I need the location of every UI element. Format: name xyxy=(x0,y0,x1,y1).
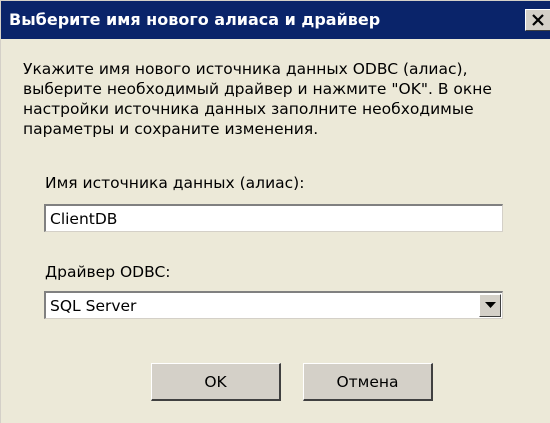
ok-button[interactable]: OK xyxy=(151,363,281,401)
driver-select[interactable]: SQL Server xyxy=(44,291,503,319)
close-button[interactable] xyxy=(525,9,550,31)
close-icon xyxy=(532,14,544,26)
chevron-down-icon xyxy=(485,302,496,308)
instructions-text: Укажите имя нового источника данных ODBC… xyxy=(23,60,492,138)
driver-dropdown-button[interactable] xyxy=(479,294,501,317)
driver-label: Драйвер ODBC: xyxy=(45,263,171,281)
cancel-button[interactable]: Отмена xyxy=(303,363,433,401)
driver-selected-value: SQL Server xyxy=(50,297,137,315)
dialog-window: Выберите имя нового алиаса и драйвер Ука… xyxy=(0,0,550,423)
alias-input[interactable] xyxy=(44,204,503,232)
alias-label: Имя источника данных (алиас): xyxy=(45,174,305,192)
title-bar[interactable]: Выберите имя нового алиаса и драйвер xyxy=(1,1,550,39)
window-title: Выберите имя нового алиаса и драйвер xyxy=(9,10,381,29)
